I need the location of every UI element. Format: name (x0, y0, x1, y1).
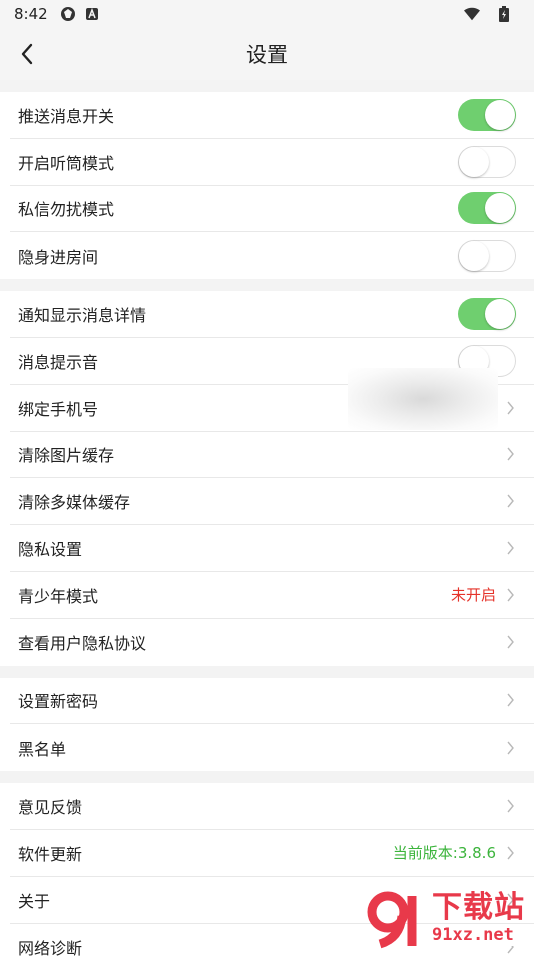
setting-label: 隐私设置 (18, 540, 83, 560)
setting-label: 查看用户隐私协议 (18, 634, 147, 654)
page-title: 设置 (246, 43, 288, 67)
chevron-left-icon (21, 43, 33, 65)
setting-label: 意见反馈 (18, 798, 83, 818)
blurred-phone-number (348, 368, 498, 430)
setting-label: 推送消息开关 (18, 106, 115, 126)
section-divider (0, 771, 534, 784)
chevron-right-icon (504, 740, 516, 756)
app-header: 设置 (0, 28, 534, 80)
setting-toggle-row: 推送消息开关 (10, 92, 534, 139)
settings-group: 通知显示消息详情 消息提示音 绑定手机号 清除图片缓存 清除多媒体缓存 隐私设置 青少年模式… (0, 291, 534, 665)
back-button[interactable] (14, 40, 40, 68)
setting-toggle-row: 开启听筒模式 (10, 139, 534, 186)
battery-icon (496, 6, 512, 22)
setting-label: 设置新密码 (18, 692, 99, 712)
setting-label: 私信勿扰模式 (18, 200, 115, 220)
watermark: 下载站 91xz.net (366, 888, 532, 950)
chevron-right-icon (504, 493, 516, 509)
setting-label: 隐身进房间 (18, 247, 99, 267)
setting-value: 当前版本:3.8.6 (392, 844, 496, 863)
toggle-switch[interactable] (458, 192, 516, 225)
setting-label: 清除多媒体缓存 (18, 493, 131, 513)
status-bar: 8:42 (0, 0, 534, 28)
section-divider (0, 665, 534, 678)
toggle-knob (459, 146, 489, 177)
watermark-logo-icon (367, 891, 417, 949)
setting-link-row[interactable]: 青少年模式 未开启 (10, 572, 534, 619)
settings-list: 推送消息开关 开启听筒模式 私信勿扰模式 隐身进房间 通知显示消息详情 消息提示音 绑定手机… (0, 80, 534, 970)
status-time: 8:42 (14, 5, 48, 23)
section-divider (0, 80, 534, 92)
section-divider (0, 279, 534, 292)
watermark-title: 下载站 (432, 890, 525, 925)
setting-toggle-row: 通知显示消息详情 (10, 291, 534, 338)
setting-label: 通知显示消息详情 (18, 306, 147, 326)
chevron-right-icon (504, 540, 516, 556)
setting-toggle-row: 私信勿扰模式 (10, 186, 534, 233)
chevron-right-icon (504, 587, 516, 603)
chevron-right-icon (504, 798, 516, 814)
toggle-knob (459, 240, 489, 271)
setting-link-row[interactable]: 黑名单 (10, 724, 534, 771)
toggle-knob (485, 99, 515, 130)
setting-link-row[interactable]: 软件更新 当前版本:3.8.6 (10, 830, 534, 877)
chevron-right-icon (504, 634, 516, 650)
chevron-right-icon (504, 446, 516, 462)
setting-link-row[interactable]: 意见反馈 (10, 783, 534, 830)
toggle-switch[interactable] (458, 298, 516, 331)
setting-link-row[interactable]: 设置新密码 (10, 678, 534, 725)
setting-label: 开启听筒模式 (18, 153, 115, 173)
settings-group: 推送消息开关 开启听筒模式 私信勿扰模式 隐身进房间 (0, 92, 534, 279)
watermark-url: 91xz.net (432, 924, 525, 946)
setting-label: 青少年模式 (18, 586, 99, 606)
wifi-icon (464, 6, 480, 22)
setting-link-row[interactable]: 查看用户隐私协议 (10, 619, 534, 666)
setting-value: 未开启 (450, 586, 496, 605)
toggle-knob (485, 193, 515, 224)
chevron-right-icon (504, 692, 516, 708)
chevron-right-icon (504, 400, 516, 416)
settings-group: 设置新密码 黑名单 (0, 678, 534, 772)
toggle-knob (485, 299, 515, 330)
setting-label: 黑名单 (18, 739, 67, 759)
toggle-switch[interactable] (458, 98, 516, 131)
setting-toggle-row: 隐身进房间 (10, 232, 534, 279)
setting-link-row[interactable]: 隐私设置 (10, 525, 534, 572)
app-notification-icon (60, 6, 76, 22)
toggle-switch[interactable] (458, 145, 516, 178)
accessibility-notification-icon (84, 6, 100, 22)
setting-link-row[interactable]: 清除图片缓存 (10, 432, 534, 479)
setting-label: 清除图片缓存 (18, 446, 115, 466)
setting-link-row[interactable]: 清除多媒体缓存 (10, 478, 534, 526)
toggle-switch[interactable] (458, 239, 516, 272)
setting-label: 软件更新 (18, 844, 83, 864)
chevron-right-icon (504, 845, 516, 861)
